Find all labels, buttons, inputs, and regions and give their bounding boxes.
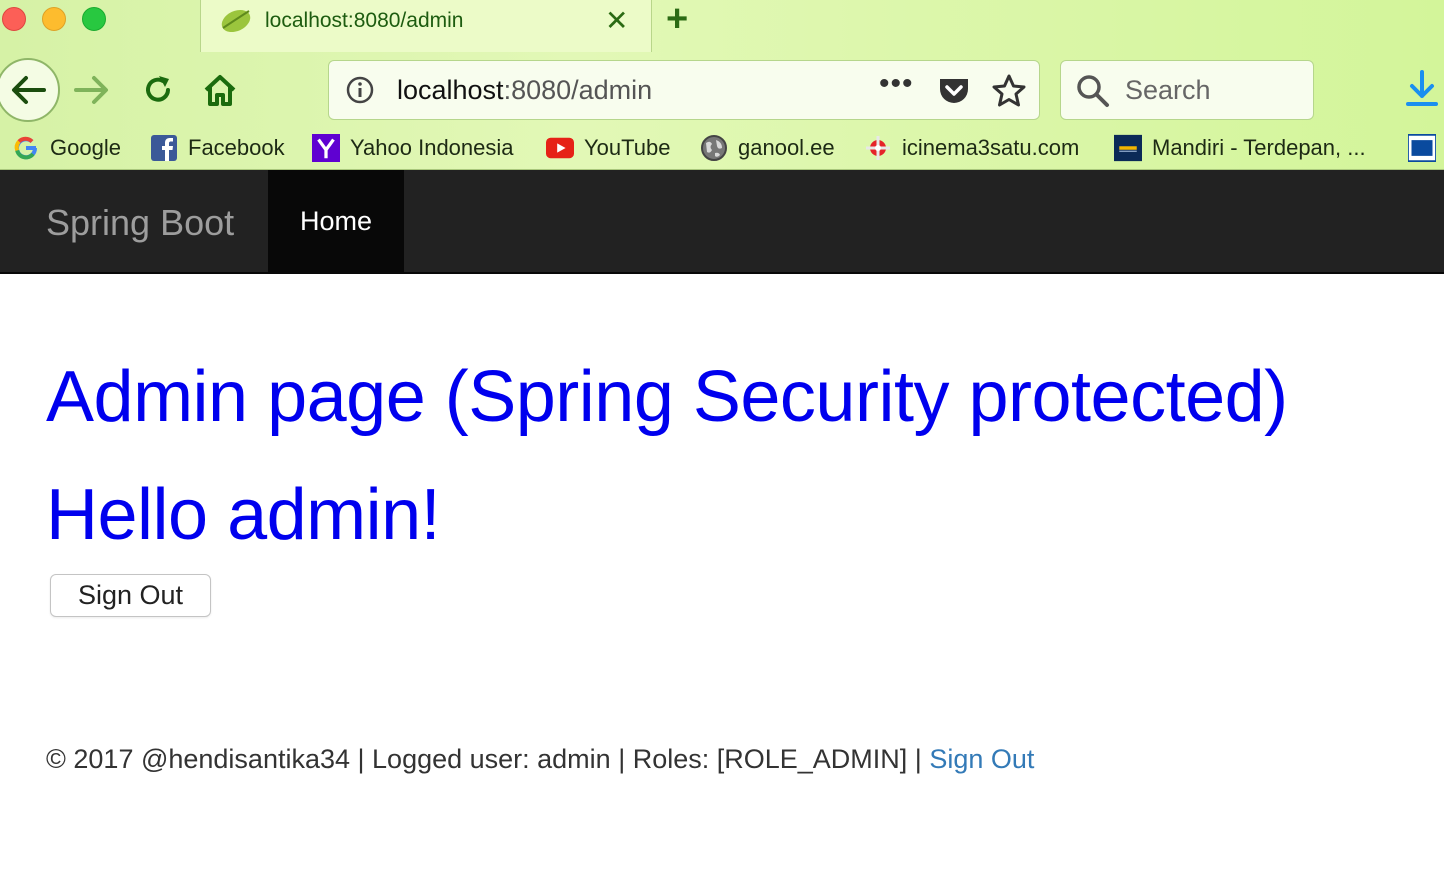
tab-active[interactable]: localhost:8080/admin ✕	[200, 0, 652, 52]
home-icon	[204, 75, 236, 106]
footer-text: © 2017 @hendisantika34 | Logged user: ad…	[46, 744, 930, 774]
google-icon	[12, 134, 40, 162]
bookmark-youtube[interactable]: YouTube	[546, 131, 670, 165]
facebook-icon	[150, 134, 178, 162]
bookmark-label: Google	[50, 135, 121, 160]
greeting-heading: Hello admin!	[46, 475, 441, 555]
reload-button[interactable]	[136, 68, 180, 112]
home-button[interactable]	[198, 68, 242, 112]
bookmarks-toolbar: Google Facebook Yahoo Indonesia YouTube …	[0, 128, 1444, 170]
star-icon[interactable]	[991, 73, 1027, 109]
icinema-icon	[864, 134, 892, 162]
search-icon	[1077, 75, 1109, 107]
bookmark-google[interactable]: Google	[12, 131, 121, 165]
globe-icon	[700, 134, 728, 162]
back-button[interactable]	[0, 58, 60, 122]
reload-icon	[146, 76, 170, 102]
navigation-toolbar: localhost:8080/admin ••• Search	[0, 52, 1444, 128]
bookmark-mandiri[interactable]: Mandiri - Terdepan, ...	[1114, 131, 1366, 165]
forward-button[interactable]	[70, 68, 114, 112]
youtube-icon	[546, 134, 574, 162]
browser-chrome: localhost:8080/admin ✕ + localhost:8080/…	[0, 0, 1444, 170]
bookmark-label: YouTube	[584, 135, 671, 160]
spring-leaf-icon	[221, 9, 251, 33]
close-icon[interactable]: ✕	[605, 4, 628, 37]
window-minimize-button[interactable]	[42, 7, 66, 31]
bookmark-label: Yahoo Indonesia	[350, 135, 514, 160]
download-icon[interactable]	[1404, 68, 1440, 112]
bookmark-label: ganool.ee	[738, 135, 835, 160]
nav-item-home[interactable]: Home	[268, 170, 404, 272]
bookmark-label: icinema3satu.com	[902, 135, 1080, 160]
pocket-icon[interactable]	[937, 74, 971, 108]
bookmark-icinema[interactable]: icinema3satu.com	[864, 131, 1079, 165]
navbar-brand[interactable]: Spring Boot	[46, 202, 234, 244]
page-title: Admin page (Spring Security protected)	[46, 357, 1288, 437]
bookmark-label: Mandiri - Terdepan, ...	[1152, 135, 1366, 160]
bookmark-overflow[interactable]	[1408, 131, 1444, 165]
tab-bar: localhost:8080/admin ✕ +	[0, 0, 1444, 52]
arrow-left-icon	[12, 76, 46, 104]
window-close-button[interactable]	[2, 7, 26, 31]
site-navbar: Spring Boot Home	[0, 170, 1444, 274]
search-input[interactable]: Search	[1125, 75, 1211, 106]
more-actions-icon[interactable]: •••	[879, 67, 914, 101]
url-host: localhost	[397, 75, 504, 105]
address-bar[interactable]: localhost:8080/admin •••	[328, 60, 1040, 120]
new-tab-button[interactable]: +	[666, 0, 688, 41]
yahoo-icon	[312, 134, 340, 162]
footer: © 2017 @hendisantika34 | Logged user: ad…	[46, 744, 1034, 775]
tab-title: localhost:8080/admin	[265, 9, 464, 32]
url-path: :8080/admin	[503, 75, 653, 105]
bookmark-facebook[interactable]: Facebook	[150, 131, 285, 165]
mandiri-icon	[1114, 134, 1142, 162]
arrow-right-icon	[74, 76, 108, 104]
bookmark-ganool[interactable]: ganool.ee	[700, 131, 835, 165]
klik-bca-icon	[1408, 134, 1436, 162]
url-text[interactable]: localhost:8080/admin	[397, 75, 652, 106]
sign-out-button[interactable]: Sign Out	[50, 574, 211, 617]
bookmark-label: Facebook	[188, 135, 285, 160]
search-bar[interactable]: Search	[1060, 60, 1314, 120]
footer-sign-out-link[interactable]: Sign Out	[929, 744, 1034, 774]
bookmark-yahoo[interactable]: Yahoo Indonesia	[312, 131, 514, 165]
info-icon[interactable]	[345, 75, 375, 105]
window-zoom-button[interactable]	[82, 7, 106, 31]
